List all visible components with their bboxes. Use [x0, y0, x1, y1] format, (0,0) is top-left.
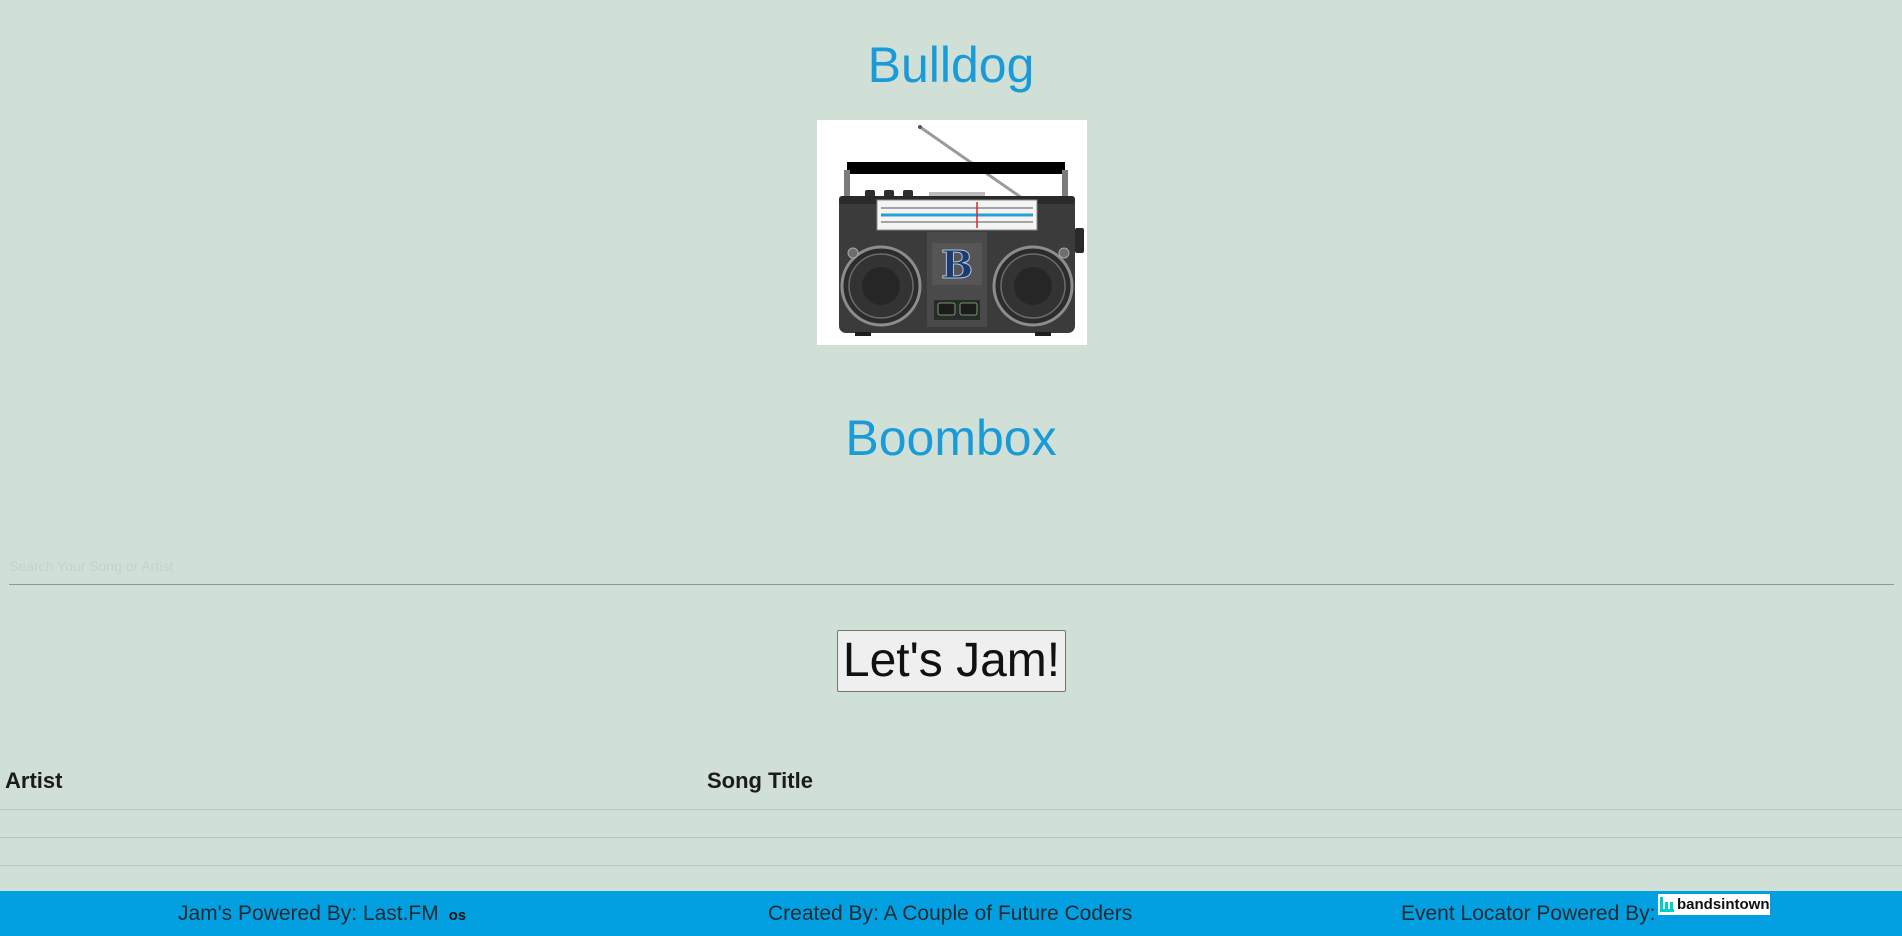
svg-text:B: B: [941, 242, 973, 287]
boombox-logo-icon: B: [817, 120, 1087, 345]
search-input[interactable]: [9, 550, 1894, 582]
search-field-wrapper: [9, 550, 1894, 585]
table-row: [0, 810, 1902, 838]
footer: Jam's Powered By: Last.FM os Created By:…: [0, 891, 1902, 936]
bandsintown-mark-icon: [1660, 897, 1674, 912]
column-header-artist: Artist: [5, 768, 63, 793]
footer-bandsintown-credit: Event Locator Powered By:: [1401, 902, 1656, 925]
page: Bulldog B Boombox Search Your Song or Ar…: [0, 0, 1902, 936]
bandsintown-logo-icon[interactable]: bandsintown: [1658, 894, 1770, 915]
results-header: Artist Song Title: [0, 760, 1902, 810]
footer-lastfm-text: Jam's Powered By: Last.FM: [178, 902, 439, 925]
table-row: [0, 838, 1902, 866]
column-header-song-title: Song Title: [707, 768, 813, 793]
results-table: Artist Song Title: [0, 760, 1902, 866]
footer-lastfm-credit: Jam's Powered By: Last.FM os: [178, 902, 466, 926]
lastfm-icon[interactable]: os: [449, 907, 467, 924]
footer-creators: Created By: A Couple of Future Coders: [768, 902, 1133, 925]
app-subtitle: Boombox: [845, 410, 1057, 466]
bandsintown-wordmark: bandsintown: [1677, 896, 1770, 913]
lets-jam-button[interactable]: Let's Jam!: [837, 630, 1066, 692]
app-title: Bulldog: [867, 37, 1035, 93]
